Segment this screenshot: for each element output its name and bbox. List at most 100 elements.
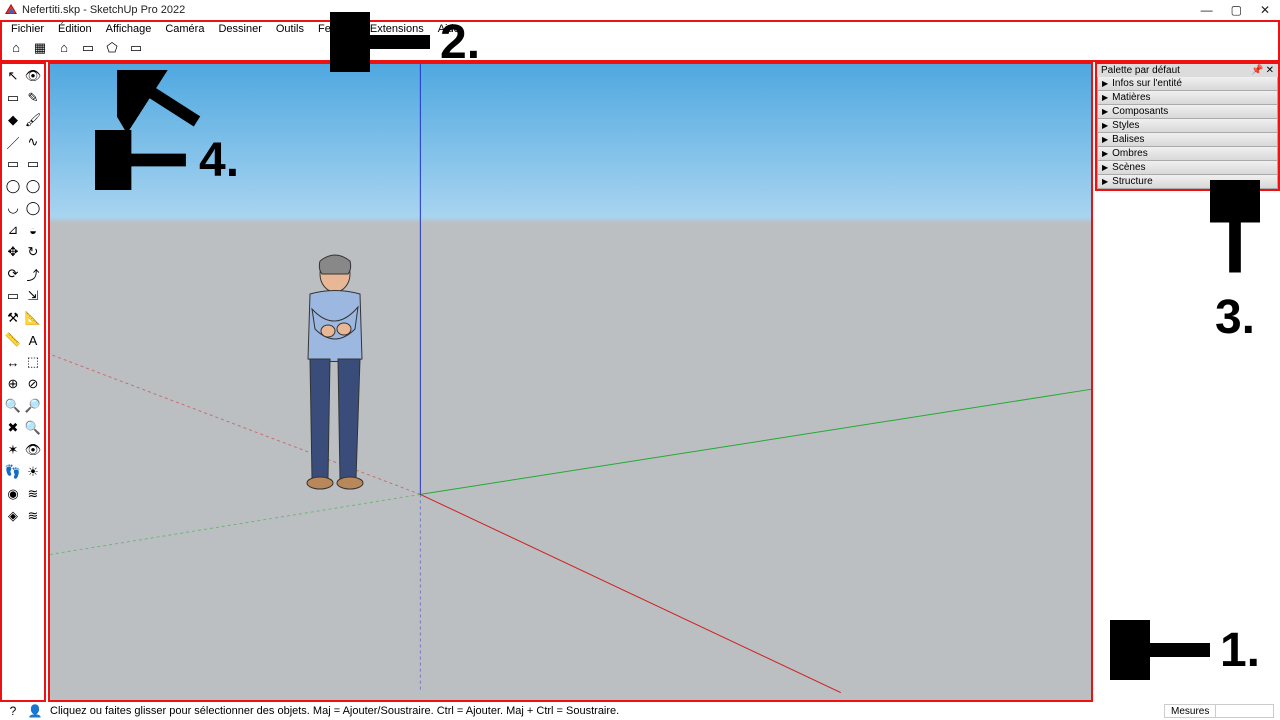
tool-icon[interactable]: ✥ [3, 241, 23, 263]
measurements-label: Mesures [1171, 706, 1209, 717]
tray-section[interactable]: ▶ Infos sur l'entité [1097, 77, 1278, 91]
title-bar: Nefertiti.skp - SketchUp Pro 2022 — ▢ ✕ [0, 0, 1280, 20]
tool-icon[interactable]: ⤴ [23, 263, 43, 285]
toolbar-icon[interactable]: ⌂ [54, 38, 74, 58]
tool-icon[interactable]: ⬚ [23, 351, 43, 373]
window-controls: — ▢ ✕ [1201, 3, 1276, 17]
window-title: Nefertiti.skp - SketchUp Pro 2022 [22, 4, 185, 16]
tool-icon[interactable]: ⇲ [23, 285, 43, 307]
tool-icon[interactable]: 👁 [23, 439, 43, 461]
tool-icon[interactable]: ✎ [23, 87, 43, 109]
tool-icon[interactable]: ≋ [23, 505, 43, 527]
axes-lines [50, 64, 1091, 693]
tool-icon[interactable]: ／ [3, 131, 23, 153]
expand-icon: ▶ [1102, 163, 1108, 172]
tray-section[interactable]: ▶ Composants [1097, 105, 1278, 119]
tool-icon[interactable]: 🔎 [23, 395, 43, 417]
menu-fenetre[interactable]: Fenêtre [311, 23, 363, 35]
tool-icon[interactable]: ↔ [3, 351, 23, 373]
tray-title-bar[interactable]: Palette par défaut 📌✕ [1097, 64, 1278, 77]
tool-icon[interactable]: 📏 [3, 329, 23, 351]
tray-section-label: Ombres [1112, 148, 1148, 159]
tray-section-label: Infos sur l'entité [1112, 78, 1182, 89]
scale-figure-person[interactable] [280, 249, 390, 499]
maximize-button[interactable]: ▢ [1231, 3, 1242, 17]
menu-bar: Fichier Édition Affichage Caméra Dessine… [0, 20, 1280, 35]
help-icon[interactable]: ? [6, 704, 20, 718]
measurements-box[interactable]: Mesures [1164, 704, 1274, 718]
tray-section-label: Balises [1112, 134, 1144, 145]
tool-icon[interactable]: ↖ [3, 65, 23, 87]
tray-section[interactable]: ▶ Scènes [1097, 161, 1278, 175]
tray-close-icon[interactable]: ✕ [1266, 65, 1274, 76]
tool-icon[interactable]: ▭ [23, 153, 43, 175]
tray-section-label: Scènes [1112, 162, 1145, 173]
tool-icon[interactable]: ⚒ [3, 307, 23, 329]
tool-icon[interactable]: ⊿ [3, 219, 23, 241]
tool-icon[interactable]: ☀ [23, 461, 43, 483]
tool-icon[interactable]: ◈ [3, 505, 23, 527]
toolbar-icon[interactable]: ▭ [78, 38, 98, 58]
tool-icon[interactable]: ∿ [23, 131, 43, 153]
expand-icon: ▶ [1102, 149, 1108, 158]
tray-section[interactable]: ▶ Styles [1097, 119, 1278, 133]
tray-section[interactable]: ▶Matières [1097, 91, 1278, 105]
tool-icon[interactable]: 👣 [3, 461, 23, 483]
top-toolbar: ⌂ ▦ ⌂ ▭ ⬠ ▭ [0, 35, 1280, 62]
tool-icon[interactable]: 👁 [23, 65, 43, 87]
tool-icon[interactable]: ◡ [3, 197, 23, 219]
tray-section-label: Structure [1112, 176, 1153, 187]
status-bar: ? 👤 Cliquez ou faites glisser pour sélec… [0, 702, 1280, 720]
menu-dessiner[interactable]: Dessiner [211, 23, 268, 35]
tool-icon[interactable]: 🔍 [3, 395, 23, 417]
menu-aide[interactable]: Aide [431, 23, 467, 35]
minimize-button[interactable]: — [1201, 3, 1213, 17]
menu-outils[interactable]: Outils [269, 23, 311, 35]
tool-icon[interactable]: 🖌 [23, 109, 43, 131]
status-hint: Cliquez ou faites glisser pour sélection… [50, 705, 619, 717]
menu-camera[interactable]: Caméra [158, 23, 211, 35]
tool-icon[interactable]: A [23, 329, 43, 351]
tool-icon[interactable]: ◯ [23, 197, 43, 219]
tray-section[interactable]: ▶Structure [1097, 175, 1278, 189]
tool-icon[interactable]: ✶ [3, 439, 23, 461]
tool-icon[interactable]: ✖ [3, 417, 23, 439]
tray-pin-icon[interactable]: 📌 [1251, 65, 1263, 76]
tool-icon[interactable]: ▭ [3, 285, 23, 307]
tool-icon[interactable]: ◉ [3, 483, 23, 505]
menu-affichage[interactable]: Affichage [99, 23, 159, 35]
tool-icon[interactable]: ▭ [3, 87, 23, 109]
tool-icon[interactable]: ⟳ [3, 263, 23, 285]
tool-icon[interactable]: ◆ [3, 109, 23, 131]
side-toolbar: ↖👁▭✎◆🖌／∿▭▭◯◯◡◯⊿◒✥↻⟳⤴▭⇲⚒📐📏A↔⬚⊕⊘🔍🔎✖🔍✶👁👣☀◉≋… [0, 62, 46, 702]
tray-section-label: Styles [1112, 120, 1139, 131]
user-icon[interactable]: 👤 [28, 704, 42, 718]
tray-section[interactable]: ▶Balises [1097, 133, 1278, 147]
viewport-3d[interactable] [48, 62, 1093, 702]
tool-icon[interactable]: ⊕ [3, 373, 23, 395]
expand-icon: ▶ [1102, 93, 1108, 102]
tool-icon[interactable]: ≋ [23, 483, 43, 505]
toolbar-icon[interactable]: ▭ [126, 38, 146, 58]
menu-extensions[interactable]: Extensions [363, 23, 431, 35]
tool-icon[interactable]: 📐 [23, 307, 43, 329]
toolbar-icon[interactable]: ▦ [30, 38, 50, 58]
tool-icon[interactable]: ⊘ [23, 373, 43, 395]
expand-icon: ▶ [1102, 79, 1108, 88]
menu-edition[interactable]: Édition [51, 23, 99, 35]
menu-fichier[interactable]: Fichier [4, 23, 51, 35]
expand-icon: ▶ [1102, 121, 1108, 130]
tool-icon[interactable]: 🔍 [23, 417, 43, 439]
tool-icon[interactable]: ↻ [23, 241, 43, 263]
toolbar-icon[interactable]: ⬠ [102, 38, 122, 58]
tool-icon[interactable]: ▭ [3, 153, 23, 175]
tool-icon[interactable]: ◯ [3, 175, 23, 197]
tool-icon[interactable]: ◯ [23, 175, 43, 197]
tool-icon[interactable]: ◒ [23, 219, 43, 241]
toolbar-icon[interactable]: ⌂ [6, 38, 26, 58]
tray-section[interactable]: ▶ Ombres [1097, 147, 1278, 161]
expand-icon: ▶ [1102, 107, 1108, 116]
close-button[interactable]: ✕ [1260, 3, 1270, 17]
tray-section-label: Composants [1112, 106, 1168, 117]
default-tray-panel: Palette par défaut 📌✕ ▶ Infos sur l'entit… [1095, 62, 1280, 702]
